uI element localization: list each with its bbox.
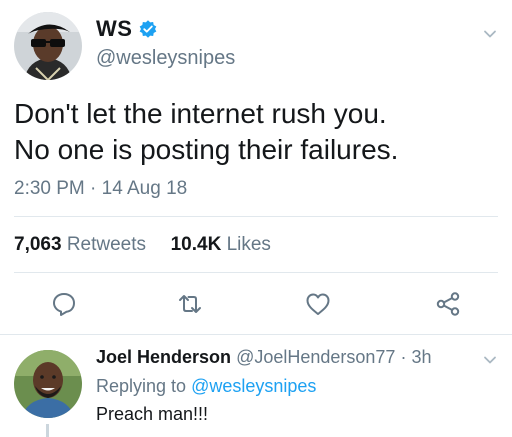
reply-menu-chevron-down-icon[interactable] (482, 352, 498, 368)
reply-text: Preach man!!! (96, 404, 209, 424)
retweets-stat[interactable]: 7,063 Retweets (14, 234, 151, 255)
likes-label: Likes (226, 234, 271, 255)
tweet-action-bar (0, 290, 512, 322)
reply-author-name[interactable]: Joel Henderson (96, 347, 231, 367)
heart-icon[interactable] (304, 290, 332, 318)
divider (14, 216, 498, 217)
author-avatar[interactable] (14, 12, 82, 80)
section-divider (0, 334, 512, 335)
share-icon[interactable] (434, 290, 462, 318)
retweets-label: Retweets (66, 234, 147, 255)
tweet-text-line-1: Don't let the internet rush you. (14, 98, 387, 129)
reply-author-handle[interactable]: @JoelHenderson77 (236, 347, 395, 367)
tweet-text-line-2: No one is posting their failures. (14, 134, 399, 165)
tweet-menu-chevron-down-icon[interactable] (482, 26, 498, 42)
author-handle[interactable]: @wesleysnipes (96, 47, 235, 70)
author-avatar-image (14, 12, 82, 80)
author-name-text: WS (96, 16, 133, 41)
reply-time[interactable]: 3h (411, 347, 431, 367)
retweet-icon[interactable] (176, 290, 204, 318)
thread-connector-line (46, 424, 49, 437)
likes-count: 10.4K (170, 234, 222, 255)
reply-header: Joel Henderson @JoelHenderson77 · 3h (96, 347, 432, 368)
replying-to-line: Replying to @wesleysnipes (96, 376, 316, 397)
tweet-detail-view: WS @wesleysnipes Don't let the internet … (0, 0, 512, 437)
likes-stat[interactable]: 10.4K Likes (171, 234, 271, 255)
tweet-stats: 7,063 Retweets 10.4K Likes (14, 234, 271, 256)
tweet-text: Don't let the internet rush you. No one … (14, 96, 494, 168)
reply-icon[interactable] (50, 290, 78, 318)
replying-to-label: Replying to (96, 376, 187, 396)
reply-author-avatar-image (14, 350, 82, 418)
reply-dot-separator: · (400, 347, 407, 367)
divider (14, 272, 498, 273)
tweet-timestamp[interactable]: 2:30 PM · 14 Aug 18 (14, 178, 187, 200)
verified-badge-icon (138, 19, 158, 39)
retweets-count: 7,063 (14, 234, 62, 255)
reply-author-avatar[interactable] (14, 350, 82, 418)
author-name[interactable]: WS (96, 16, 158, 42)
replying-to-mention-link[interactable]: @wesleysnipes (191, 376, 316, 396)
